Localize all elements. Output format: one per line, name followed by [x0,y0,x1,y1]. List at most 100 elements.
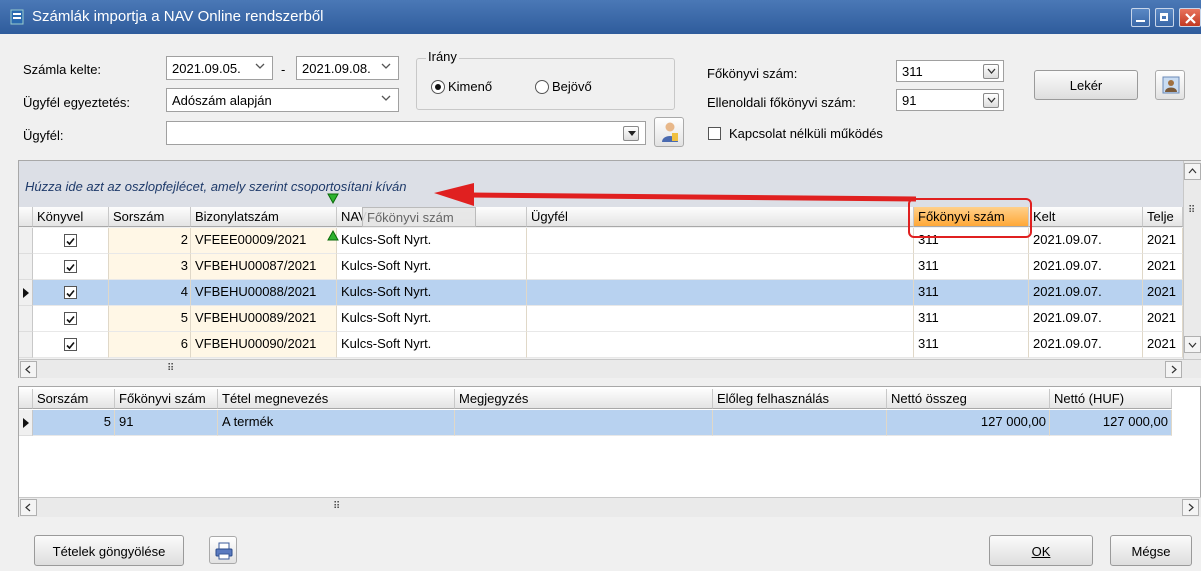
item-grid-header: Sorszám Főkönyvi szám Tétel megnevezés Megj… [19,389,1201,410]
cell-ugyfel [527,254,914,280]
offline-checkbox[interactable] [708,127,721,140]
counter-gl-dropdown-button[interactable] [983,93,999,108]
ok-button[interactable]: OK [989,535,1093,566]
customer-label: Ügyfél: [23,128,64,143]
highlight-box [908,198,1032,238]
cell-text: 2021.09.07. [1033,310,1102,325]
cell-checked[interactable] [33,332,109,358]
column-header-kelt[interactable]: Kelt [1029,207,1143,227]
row-selector[interactable] [19,332,33,358]
cell-text: 2021 [1147,284,1176,299]
table-row[interactable]: 6 VFBEHU00090/2021 Kulcs-Soft Nyrt. 311 2021… [19,332,1183,358]
cell-text: 2021.09.07. [1033,336,1102,351]
cell-bizonylat: VFBEHU00089/2021 [191,306,337,332]
check-icon [66,237,75,246]
gl-dropdown-button[interactable] [983,64,999,79]
cell-bizonylat: VFBEHU00087/2021 [191,254,337,280]
book-checkbox[interactable] [64,312,77,325]
column-header-telje[interactable]: Telje [1143,207,1183,227]
invoice-hscrollbar[interactable]: ⠿ [19,359,1201,378]
gl-select[interactable]: 311 [896,60,1004,82]
cell-text: 2021.09.07. [1033,232,1102,247]
column-header-label: Sorszám [113,209,165,224]
column-header-fokonyvi-szam[interactable]: Főkönyvi szám [115,389,218,409]
item-hscrollbar[interactable]: ⠿ [19,497,1201,517]
invoice-vscrollbar[interactable]: ⠿ [1183,161,1201,360]
row-selector[interactable] [19,280,33,306]
column-header-megjegyzes[interactable]: Megjegyzés [455,389,713,409]
chevron-down-icon [381,95,391,101]
person-settings-button[interactable] [1155,70,1185,100]
direction-in-label: Bejövő [552,79,592,94]
column-header-tetel-megnevezes[interactable]: Tétel megnevezés [218,389,455,409]
column-header-sorszam[interactable]: Sorszám [109,207,191,227]
date-from-value: 2021.09.05. [172,61,241,76]
table-row[interactable]: 3 VFBEHU00087/2021 Kulcs-Soft Nyrt. 311 2021… [19,254,1183,280]
check-icon [66,289,75,298]
book-checkbox[interactable] [64,260,77,273]
scroll-up-button[interactable] [1184,163,1201,180]
book-checkbox[interactable] [64,234,77,247]
chevron-up-icon [1188,168,1197,174]
fetch-button[interactable]: Lekér [1034,70,1138,100]
direction-in-radio[interactable] [535,80,549,94]
date-from-picker[interactable]: 2021.09.05. [166,56,273,80]
date-to-picker[interactable]: 2021.09.08. [296,56,399,80]
chevron-left-icon [25,503,31,512]
scroll-left-button[interactable] [20,499,37,516]
customer-select[interactable] [166,121,646,145]
row-selector[interactable] [19,254,33,280]
cell-text: 2021 [1147,336,1176,351]
column-header-bizonylatszam[interactable]: Bizonylatszám [191,207,337,227]
scroll-right-button[interactable] [1165,361,1182,378]
cell-text: A termék [222,414,274,429]
app-icon [10,9,24,25]
collapse-items-button[interactable]: Tételek göngyölése [34,535,184,566]
cell-checked[interactable] [33,306,109,332]
gl-value: 311 [902,64,923,79]
close-button[interactable] [1179,8,1201,27]
title-bar: Számlák importja a NAV Online rendszerbő… [0,0,1201,34]
print-button[interactable] [209,536,237,564]
scroll-right-button[interactable] [1182,499,1199,516]
column-header-netto-osszeg[interactable]: Nettó összeg [887,389,1050,409]
column-header-netto-huf[interactable]: Nettó (HUF) [1050,389,1172,409]
row-selector[interactable] [19,228,33,254]
cell-checked[interactable] [33,254,109,280]
cell-text: 311 [918,336,939,351]
customer-lookup-button[interactable] [654,117,684,147]
cancel-button[interactable]: Mégse [1110,535,1192,566]
check-icon [66,315,75,324]
row-selector[interactable] [19,410,33,436]
cell-text: 127 000,00 [1102,414,1168,429]
cell-text: 2021.09.07. [1033,284,1102,299]
table-row[interactable]: 5 91 A termék 127 000,00 127 000,00 [19,410,1201,436]
row-selector[interactable] [19,306,33,332]
book-checkbox[interactable] [64,338,77,351]
cell-checked[interactable] [33,228,109,254]
drop-indicator-up-icon [327,229,339,241]
cell-text: VFBEHU00088/2021 [195,284,317,299]
column-header-label: Előleg felhasználás [717,391,830,406]
minimize-button[interactable] [1131,8,1150,27]
scroll-left-button[interactable] [20,361,37,378]
counter-gl-select[interactable]: 91 [896,89,1004,111]
scroll-down-button[interactable] [1184,336,1201,353]
table-row[interactable]: 4 VFBEHU00088/2021 Kulcs-Soft Nyrt. 311 2021… [19,280,1183,306]
table-row[interactable]: 5 VFBEHU00089/2021 Kulcs-Soft Nyrt. 311 2021… [19,306,1183,332]
cell-text: 2021.09.07. [1033,258,1102,273]
cell-checked[interactable] [33,280,109,306]
cell-sorszam: 5 [33,410,115,436]
column-header-eloleg-felhasznalas[interactable]: Előleg felhasználás [713,389,887,409]
column-header-konyvel[interactable]: Könyvel [33,207,109,227]
maximize-button[interactable] [1155,8,1174,27]
book-checkbox[interactable] [64,286,77,299]
direction-out-radio[interactable] [431,80,445,94]
customer-dropdown-button[interactable] [623,126,639,141]
cell-text: Kulcs-Soft Nyrt. [341,336,432,351]
collapse-items-label: Tételek göngyölése [52,544,166,559]
cell-kelt: 2021.09.07. [1029,280,1143,306]
cell-telj: 2021 [1143,280,1183,306]
column-header-sorszam[interactable]: Sorszám [33,389,115,409]
match-select[interactable]: Adószám alapján [166,88,399,112]
